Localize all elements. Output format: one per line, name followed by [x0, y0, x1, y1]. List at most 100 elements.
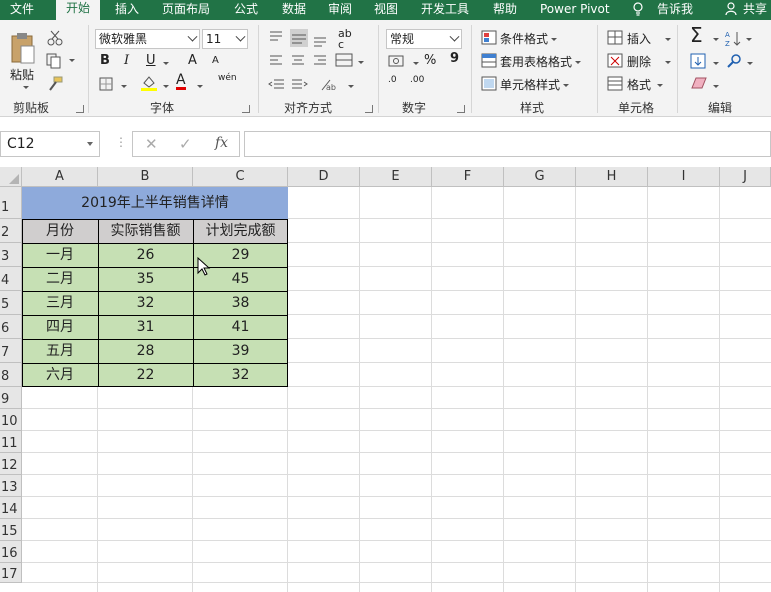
- row-header[interactable]: 15: [0, 519, 22, 541]
- row-header[interactable]: 8: [0, 363, 22, 387]
- comma-button[interactable]: 9: [450, 51, 459, 66]
- row-header[interactable]: 2: [0, 219, 22, 243]
- accounting-dropdown-icon[interactable]: [410, 56, 419, 70]
- row-header[interactable]: 10: [0, 409, 22, 431]
- insert-button[interactable]: 插入: [627, 30, 672, 47]
- column-header[interactable]: D: [288, 167, 360, 187]
- row-header[interactable]: 1: [0, 187, 22, 219]
- increase-decimal-button[interactable]: .0: [388, 75, 397, 85]
- wrap-text-button-2[interactable]: c: [338, 39, 344, 50]
- format-as-table-button[interactable]: 套用表格格式: [500, 53, 582, 70]
- column-header[interactable]: J: [720, 167, 771, 187]
- font-name-select[interactable]: 微软雅黑: [95, 29, 200, 49]
- name-box[interactable]: C12: [0, 131, 100, 157]
- clipboard-launcher-icon[interactable]: [76, 105, 84, 113]
- cell-styles-button[interactable]: 单元格样式: [500, 76, 570, 93]
- orientation-dropdown-icon[interactable]: [345, 79, 354, 93]
- column-header[interactable]: F: [432, 167, 504, 187]
- worksheet-grid[interactable]: A B C D E F G H I J 1 2 3 4 5 6 7 8 9 10 11 12 13 14 15 16 17 2019年…: [0, 167, 771, 592]
- decrease-decimal-button[interactable]: .00: [410, 75, 424, 85]
- row-header[interactable]: 5: [0, 291, 22, 315]
- format-button[interactable]: 格式: [627, 76, 664, 93]
- row-header[interactable]: 12: [0, 453, 22, 475]
- copy-icon[interactable]: [46, 53, 64, 69]
- sort-dropdown-icon[interactable]: [743, 32, 752, 46]
- vertical-align-icons[interactable]: [268, 29, 348, 49]
- cell-styles-icon[interactable]: [481, 76, 497, 91]
- cut-icon[interactable]: [46, 30, 64, 46]
- fill-icon[interactable]: [690, 53, 706, 69]
- fill-color-dropdown-icon[interactable]: [160, 79, 169, 93]
- tab-review[interactable]: 审阅: [328, 1, 352, 21]
- alignment-launcher-icon[interactable]: [365, 105, 373, 113]
- row-header[interactable]: 9: [0, 387, 22, 409]
- insert-cells-icon[interactable]: [607, 30, 623, 45]
- phonetic-button[interactable]: wén: [218, 73, 237, 83]
- fill-color-icon[interactable]: [140, 74, 158, 92]
- tab-file[interactable]: 文件: [10, 1, 34, 21]
- row-header[interactable]: 3: [0, 243, 22, 267]
- underline-dropdown-icon[interactable]: [160, 56, 169, 70]
- indent-icons[interactable]: ab: [268, 77, 348, 93]
- tab-home[interactable]: 开始: [56, 0, 100, 22]
- font-color-dropdown-icon[interactable]: [194, 79, 203, 93]
- formula-input[interactable]: [244, 131, 771, 157]
- copy-dropdown-icon[interactable]: [66, 53, 75, 67]
- clear-icon[interactable]: [690, 76, 708, 90]
- fill-dropdown-icon[interactable]: [710, 56, 719, 70]
- grow-font-button[interactable]: A: [188, 53, 197, 68]
- paste-dropdown-icon[interactable]: [20, 80, 29, 89]
- autosum-icon[interactable]: Σ: [690, 25, 703, 45]
- sort-filter-icon[interactable]: AZ: [724, 30, 744, 47]
- select-all-button[interactable]: [0, 167, 22, 187]
- column-header[interactable]: A: [22, 167, 98, 187]
- share-button[interactable]: 共享: [743, 1, 767, 21]
- conditional-format-icon[interactable]: [481, 30, 497, 45]
- row-header[interactable]: 6: [0, 315, 22, 339]
- tab-formulas[interactable]: 公式: [234, 1, 258, 21]
- tab-developer[interactable]: 开发工具: [421, 1, 469, 21]
- delete-cells-icon[interactable]: [607, 53, 623, 68]
- conditional-format-button[interactable]: 条件格式: [500, 30, 558, 47]
- row-header[interactable]: 11: [0, 431, 22, 453]
- row-header[interactable]: 13: [0, 475, 22, 497]
- format-cells-icon[interactable]: [607, 76, 623, 91]
- cancel-icon[interactable]: ✕: [145, 135, 158, 153]
- row-header[interactable]: 7: [0, 339, 22, 363]
- column-header[interactable]: I: [648, 167, 720, 187]
- underline-button[interactable]: U: [146, 53, 156, 68]
- tab-power-pivot[interactable]: Power Pivot: [540, 1, 610, 21]
- column-header[interactable]: G: [504, 167, 576, 187]
- number-launcher-icon[interactable]: [457, 105, 465, 113]
- table-title-cell[interactable]: 2019年上半年销售详情: [22, 187, 288, 219]
- tell-me-box[interactable]: 告诉我: [657, 1, 693, 21]
- row-header[interactable]: 4: [0, 267, 22, 291]
- formula-bar-resize-handle[interactable]: ⋮: [115, 135, 127, 149]
- column-header[interactable]: H: [576, 167, 648, 187]
- tab-insert[interactable]: 插入: [115, 1, 139, 21]
- enter-icon[interactable]: ✓: [179, 135, 192, 153]
- font-launcher-icon[interactable]: [242, 105, 250, 113]
- bold-button[interactable]: B: [100, 53, 110, 68]
- row-header[interactable]: 16: [0, 541, 22, 563]
- shrink-font-button[interactable]: A: [212, 55, 219, 66]
- column-header[interactable]: E: [360, 167, 432, 187]
- autosum-dropdown-icon[interactable]: [710, 32, 719, 46]
- horizontal-align-icons[interactable]: [268, 53, 358, 69]
- format-painter-icon[interactable]: [46, 76, 64, 92]
- font-size-select[interactable]: 11: [202, 29, 248, 49]
- percent-button[interactable]: %: [424, 53, 436, 68]
- find-dropdown-icon[interactable]: [744, 56, 753, 70]
- borders-dropdown-icon[interactable]: [118, 79, 127, 93]
- borders-icon[interactable]: [99, 77, 115, 91]
- accounting-format-icon[interactable]: [388, 53, 410, 69]
- tab-page-layout[interactable]: 页面布局: [162, 1, 210, 21]
- format-as-table-icon[interactable]: [481, 53, 497, 68]
- paste-icon[interactable]: [10, 32, 36, 66]
- delete-button[interactable]: 删除: [627, 53, 672, 70]
- italic-button[interactable]: I: [124, 53, 129, 68]
- row-header[interactable]: 17: [0, 563, 22, 583]
- column-header[interactable]: C: [193, 167, 288, 187]
- clear-dropdown-icon[interactable]: [710, 79, 719, 93]
- font-color-button[interactable]: A: [176, 73, 186, 90]
